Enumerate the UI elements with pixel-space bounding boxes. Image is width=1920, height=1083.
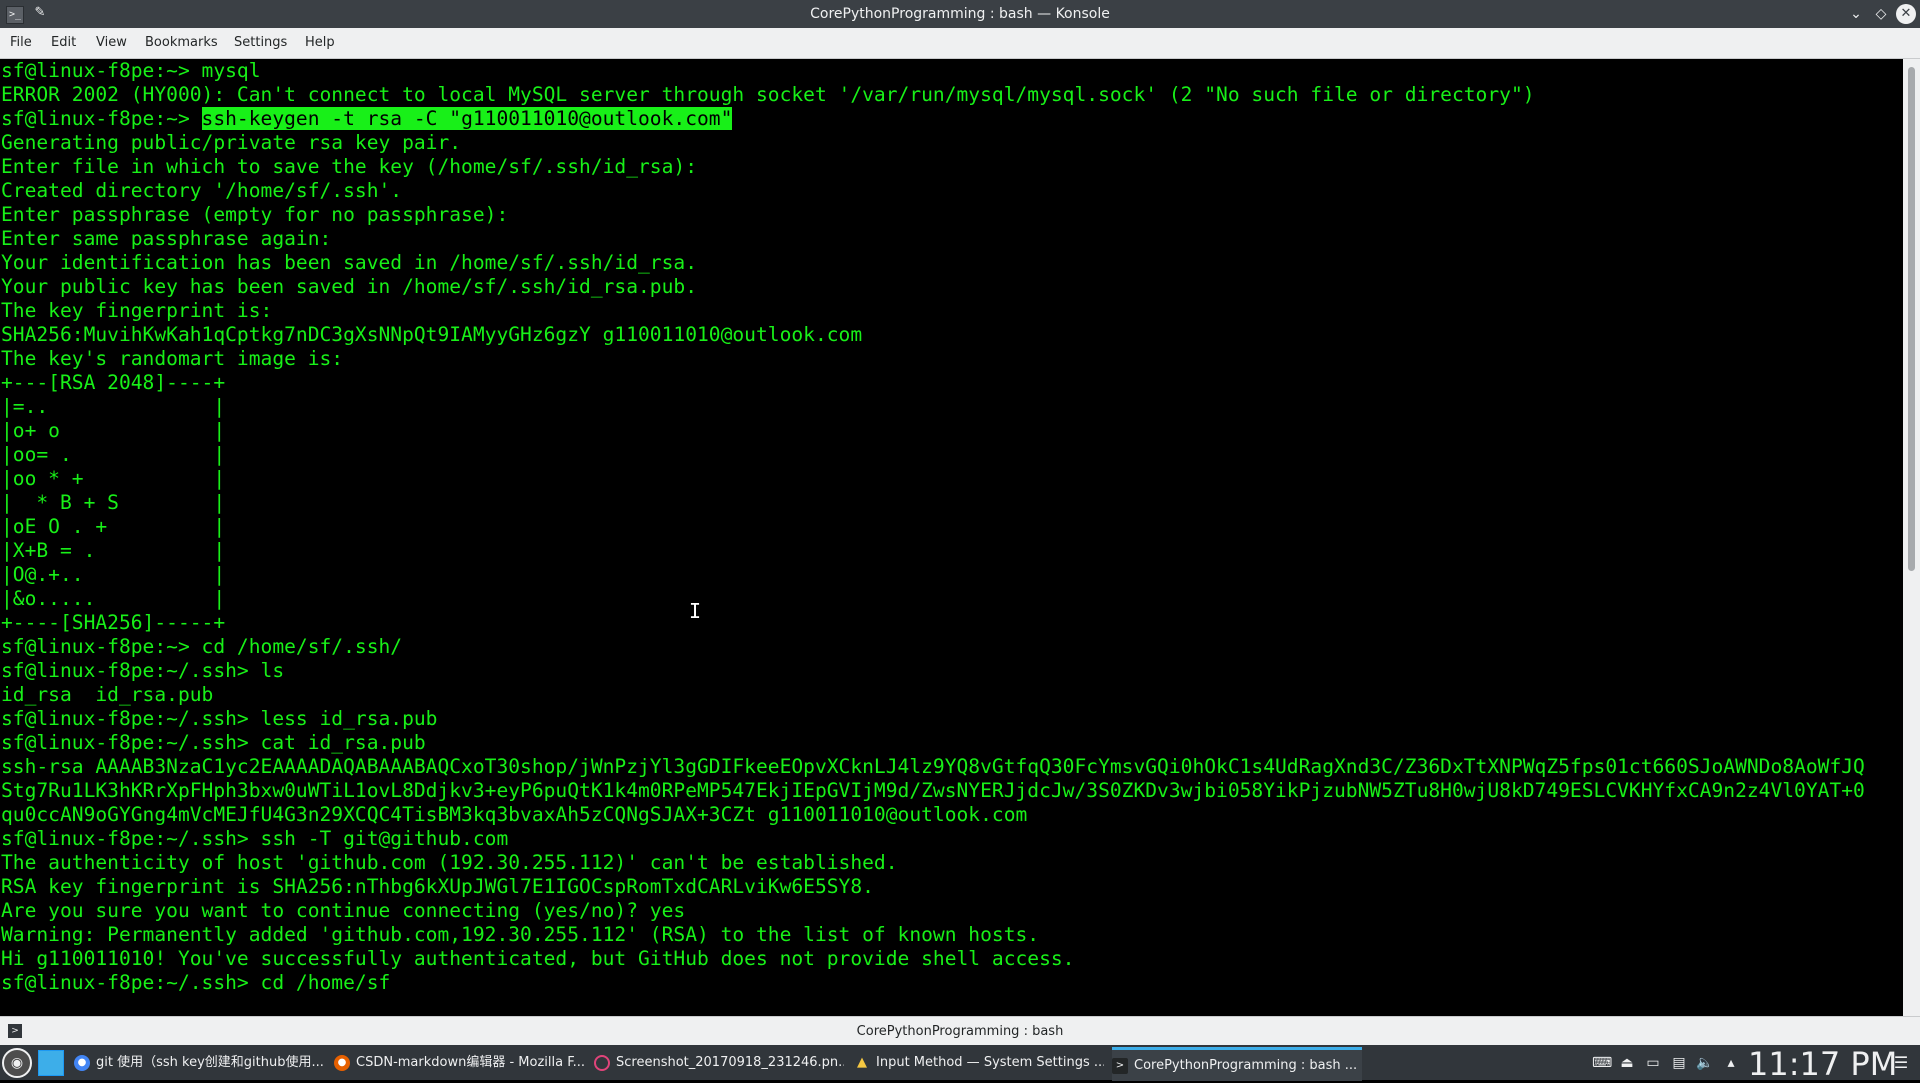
- menu-settings[interactable]: Settings: [234, 28, 287, 58]
- terminal-line: |oo * + |: [1, 467, 226, 490]
- usb-icon[interactable]: ⏏: [1618, 1054, 1636, 1072]
- title-bar[interactable]: >_ ✎ CorePythonProgramming : bash — Kons…: [0, 0, 1920, 28]
- terminal-line: Warning: Permanently added 'github.com,1…: [1, 923, 1040, 946]
- terminal-line: sf@linux-f8pe:~/.ssh> less id_rsa.pub: [1, 707, 438, 730]
- taskbar: ◉ ● git 使用（ssh key创建和github使用... ● CSDN-ma…: [0, 1045, 1920, 1083]
- terminal-line: ERROR 2002 (HY000): Can't connect to loc…: [1, 83, 1535, 106]
- text-cursor-icon: I: [689, 599, 702, 623]
- terminal-line: |oo= . |: [1, 443, 226, 466]
- terminal-line: |O@.+.. |: [1, 563, 226, 586]
- task-firefox-csdn[interactable]: ● CSDN-markdown编辑器 - Mozilla F...: [334, 1047, 584, 1078]
- terminal-icon: >: [1112, 1057, 1128, 1074]
- task-screenshot[interactable]: Screenshot_20170918_231246.pn...: [594, 1047, 844, 1078]
- scrollbar-thumb[interactable]: [1908, 67, 1915, 571]
- terminal-line: Generating public/private rsa key pair.: [1, 131, 462, 154]
- terminal-line: The key fingerprint is:: [1, 299, 273, 322]
- menu-bar: File Edit View Bookmarks Settings Help: [0, 28, 1920, 59]
- firefox-icon: ●: [334, 1054, 350, 1071]
- terminal-line: The key's randomart image is:: [1, 347, 344, 370]
- terminal-line: Enter file in which to save the key (/ho…: [1, 155, 697, 178]
- application-launcher-icon[interactable]: ◉: [2, 1048, 32, 1078]
- tab-bar: > CorePythonProgramming : bash: [0, 1016, 1920, 1046]
- terminal-line: Your public key has been saved in /home/…: [1, 275, 697, 298]
- terminal-text[interactable]: sf@linux-f8pe:~> mysql ERROR 2002 (HY000)…: [0, 59, 1903, 995]
- minimize-button[interactable]: ⌄: [1846, 4, 1866, 24]
- terminal-line: +----[SHA256]-----+: [1, 611, 226, 634]
- terminal-line: sf@linux-f8pe:~> mysql: [1, 59, 261, 82]
- clipboard-icon[interactable]: ▤: [1670, 1054, 1688, 1072]
- image-viewer-icon: [594, 1054, 610, 1071]
- terminal-line: |o+ o |: [1, 419, 226, 442]
- terminal-line: qu0ccAN9oGYGng4mVcMEJfU4G3n29XCQC4TisBM3…: [1, 803, 1028, 826]
- terminal-line: Enter passphrase (empty for no passphras…: [1, 203, 509, 226]
- terminal-line: sf@linux-f8pe:~/.ssh> cat id_rsa.pub: [1, 731, 426, 754]
- terminal-output[interactable]: sf@linux-f8pe:~> mysql ERROR 2002 (HY000)…: [0, 59, 1903, 1016]
- task-label: git 使用（ssh key创建和github使用...: [96, 1055, 324, 1070]
- terminal-line: The authenticity of host 'github.com (19…: [1, 851, 898, 874]
- window-title: CorePythonProgramming : bash — Konsole: [810, 6, 1110, 22]
- terminal-line: |=.. |: [1, 395, 226, 418]
- clock[interactable]: 11:17 PM: [1748, 1045, 1897, 1083]
- task-label: Input Method — System Settings ...: [876, 1055, 1104, 1070]
- task-input-method[interactable]: ▲ Input Method — System Settings ...: [854, 1047, 1104, 1078]
- task-label: CSDN-markdown编辑器 - Mozilla F...: [356, 1055, 584, 1070]
- keyboard-icon[interactable]: ⌨: [1592, 1054, 1612, 1072]
- terminal-line: RSA key fingerprint is SHA256:nThbg6kXUp…: [1, 875, 874, 898]
- close-button[interactable]: ✕: [1896, 4, 1916, 24]
- konsole-window: >_ ✎ CorePythonProgramming : bash — Kons…: [0, 0, 1920, 1083]
- menu-bookmarks[interactable]: Bookmarks: [145, 28, 218, 58]
- terminal-line: sf@linux-f8pe:~/.ssh> ssh -T git@github.…: [1, 827, 509, 850]
- terminal-line: |X+B = . |: [1, 539, 226, 562]
- terminal-line: Enter same passphrase again:: [1, 227, 332, 250]
- terminal-line: id_rsa id_rsa.pub: [1, 683, 214, 706]
- terminal-line: Your identification has been saved in /h…: [1, 251, 697, 274]
- terminal-line: |oE O . + |: [1, 515, 226, 538]
- menu-help[interactable]: Help: [305, 28, 335, 58]
- expand-tray-icon[interactable]: ▴: [1722, 1054, 1740, 1072]
- desktop-pager[interactable]: [38, 1050, 64, 1076]
- terminal-line: sf@linux-f8pe:~/.ssh> cd /home/sf: [1, 971, 391, 994]
- terminal-scrollbar[interactable]: [1903, 59, 1920, 1016]
- selected-command: ssh-keygen -t rsa -C "g110011010@outlook…: [201, 107, 733, 130]
- terminal-line: ssh-rsa AAAAB3NzaC1yc2EAAAADAQABAAABAQCx…: [1, 755, 1865, 778]
- terminal-line: sf@linux-f8pe:~/.ssh> ls: [1, 659, 285, 682]
- network-icon[interactable]: ▭: [1644, 1054, 1662, 1072]
- terminal-line: |&o..... |: [1, 587, 226, 610]
- penguin-icon: ▲: [857, 1054, 867, 1070]
- volume-icon[interactable]: 🔈: [1696, 1054, 1714, 1072]
- task-label: Screenshot_20170918_231246.pn...: [616, 1055, 844, 1070]
- terminal-line: sf@linux-f8pe:~> cd /home/sf/.ssh/: [1, 635, 403, 658]
- task-chrome-git[interactable]: ● git 使用（ssh key创建和github使用...: [74, 1047, 324, 1078]
- terminal-line: Stg7Ru1LK3hKRrXpFHph3bxw0uWTiL1ovL8Ddjkv…: [1, 779, 1865, 802]
- menu-edit[interactable]: Edit: [51, 28, 76, 58]
- menu-view[interactable]: View: [96, 28, 127, 58]
- task-konsole[interactable]: > CorePythonProgramming : bash ...: [1112, 1047, 1362, 1081]
- terminal-line: Are you sure you want to continue connec…: [1, 899, 686, 922]
- chrome-icon: ●: [74, 1054, 90, 1071]
- terminal-line: +---[RSA 2048]----+: [1, 371, 226, 394]
- terminal-line: | * B + S |: [1, 491, 226, 514]
- maximize-button[interactable]: ◇: [1871, 4, 1891, 24]
- menu-file[interactable]: File: [10, 28, 32, 58]
- task-label: CorePythonProgramming : bash ...: [1134, 1058, 1358, 1073]
- terminal-line: sf@linux-f8pe:~> ssh-keygen -t rsa -C "g…: [1, 107, 1903, 131]
- prompt: sf@linux-f8pe:~>: [1, 107, 202, 130]
- tab-current-session[interactable]: CorePythonProgramming : bash: [0, 1017, 1920, 1046]
- terminal-line: Created directory '/home/sf/.ssh'.: [1, 179, 403, 202]
- terminal-line: SHA256:MuvihKwKah1qCptkg7nDC3gXsNNpQt9IA…: [1, 323, 863, 346]
- panel-menu-icon[interactable]: ☰: [1892, 1054, 1910, 1072]
- terminal-line: Hi g110011010! You've successfully authe…: [1, 947, 1075, 970]
